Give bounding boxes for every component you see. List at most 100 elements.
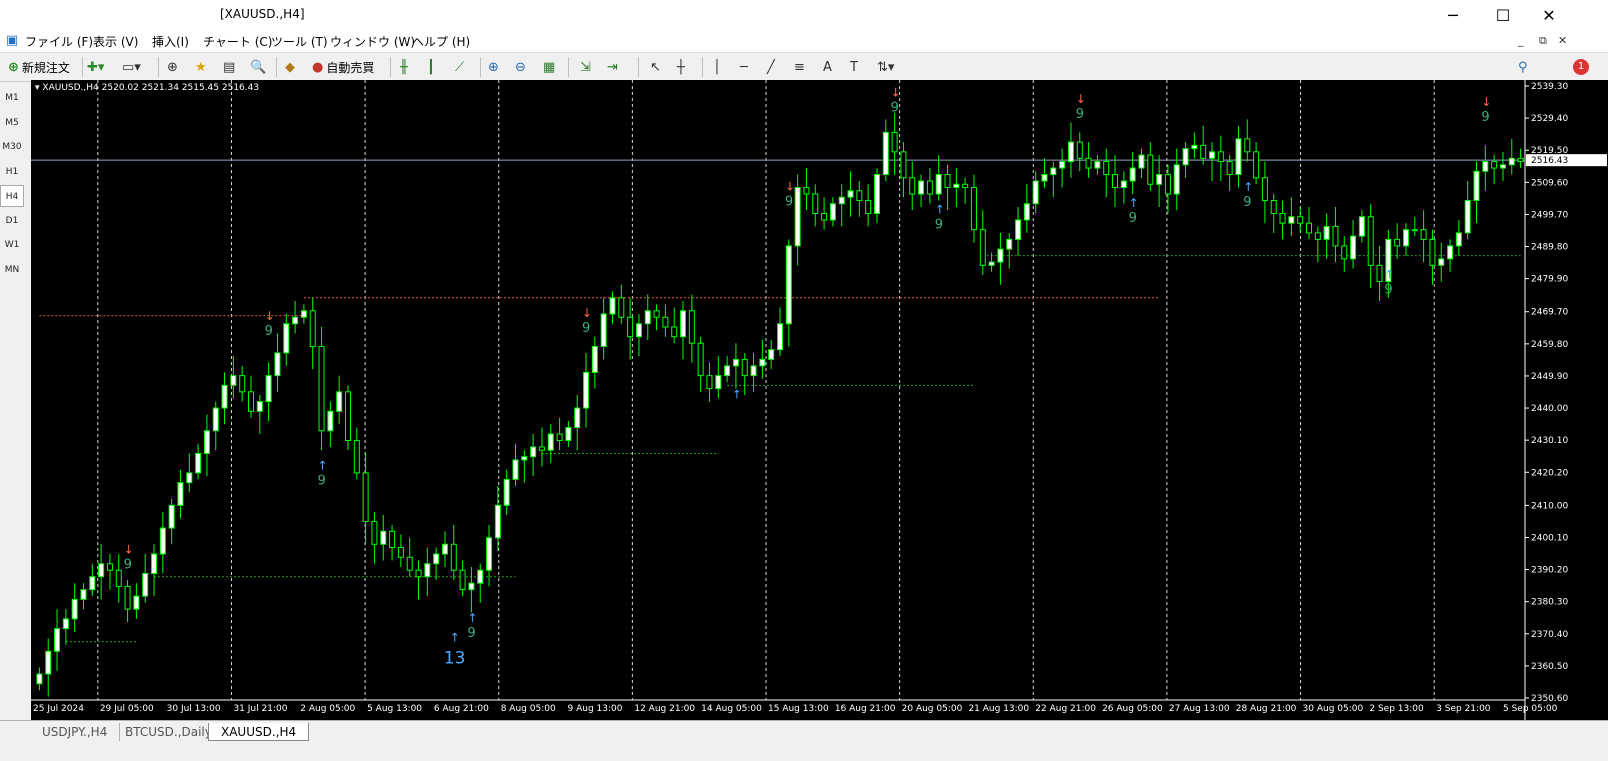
candle-body bbox=[1314, 232, 1321, 240]
candle-body bbox=[591, 345, 598, 373]
mdi-minimize-icon[interactable]: _ bbox=[1518, 34, 1524, 47]
candle-body bbox=[89, 576, 96, 591]
channel-icon[interactable]: ≡ bbox=[794, 57, 805, 77]
candle-body bbox=[724, 365, 731, 377]
candle-body bbox=[433, 553, 440, 565]
count-label: 9 bbox=[124, 558, 132, 573]
candle-body bbox=[1006, 238, 1013, 250]
add-chart-icon[interactable]: ✚▾ bbox=[87, 57, 104, 77]
buy-signal-arrow: ↑ bbox=[467, 611, 477, 625]
candle-body bbox=[177, 482, 184, 506]
candle-body bbox=[856, 190, 863, 201]
menu-item[interactable]: ファイル (F) bbox=[25, 33, 93, 50]
toolbar-separator bbox=[276, 57, 277, 77]
chart-tab[interactable]: USDJPY.,H4 bbox=[30, 723, 121, 741]
candle-body bbox=[662, 316, 669, 328]
tester-icon[interactable]: 🔍 bbox=[250, 57, 266, 77]
candle-body bbox=[362, 472, 369, 523]
app-icon[interactable]: ▣ bbox=[4, 33, 20, 49]
zoom-out-icon[interactable]: ⊖ bbox=[515, 57, 526, 77]
timeframe-d1[interactable]: D1 bbox=[0, 210, 24, 232]
collapse-indicator-icon[interactable]: ▾ bbox=[35, 83, 40, 93]
y-tick-label: 2440.00 bbox=[1531, 404, 1568, 414]
trendline-icon[interactable]: ╱ bbox=[767, 57, 775, 77]
candle-body bbox=[777, 323, 783, 351]
candle-body bbox=[353, 439, 360, 474]
y-tick-label: 2380.30 bbox=[1531, 598, 1568, 608]
candle-body bbox=[106, 563, 113, 571]
x-tick-label: 16 Aug 21:00 bbox=[835, 704, 896, 714]
candle-body bbox=[583, 371, 590, 409]
navigator-icon[interactable]: ★ bbox=[195, 57, 207, 77]
menu-item[interactable]: ウィンドウ (W) bbox=[330, 33, 415, 50]
tile-windows-icon[interactable]: ▦ bbox=[543, 57, 555, 77]
cursor-icon[interactable]: ↖ bbox=[650, 57, 661, 77]
candle-body bbox=[221, 384, 228, 409]
chart-ohlc: 2520.02 2521.34 2515.45 2516.43 bbox=[101, 83, 260, 93]
vertical-line-icon[interactable]: │ bbox=[713, 57, 721, 77]
chart-shift-icon[interactable]: ⇥ bbox=[607, 57, 618, 77]
candle-body bbox=[1332, 225, 1339, 247]
count-label: 9 bbox=[1384, 282, 1392, 297]
timeframe-m5[interactable]: M5 bbox=[0, 112, 24, 134]
menu-item[interactable]: ツール (T) bbox=[271, 33, 328, 50]
candle-body bbox=[1015, 219, 1022, 240]
candle-body bbox=[865, 199, 872, 214]
line-chart-icon[interactable]: ⟋ bbox=[455, 57, 464, 77]
y-tick-label: 2420.20 bbox=[1531, 468, 1568, 478]
chart-tab[interactable]: XAUUSD.,H4 bbox=[208, 723, 310, 741]
candle-body bbox=[1367, 216, 1374, 266]
candle-body bbox=[371, 521, 378, 545]
timeframe-m1[interactable]: M1 bbox=[0, 87, 24, 109]
mdi-close-icon[interactable]: ✕ bbox=[1558, 34, 1567, 47]
maximize-button[interactable]: ☐ bbox=[1480, 0, 1526, 30]
mdi-restore-icon[interactable]: ⧉ bbox=[1539, 34, 1547, 48]
auto-scroll-icon[interactable]: ⇲ bbox=[580, 57, 591, 77]
candle-body bbox=[1076, 141, 1083, 159]
timeframe-m30[interactable]: M30 bbox=[0, 136, 24, 158]
timeframe-h4[interactable]: H4 bbox=[0, 185, 24, 207]
timeframe-mn[interactable]: MN bbox=[0, 259, 24, 281]
candle-body bbox=[627, 316, 634, 338]
count-label: 9 bbox=[1129, 211, 1137, 226]
candlestick-chart-icon[interactable]: ┃ bbox=[427, 57, 435, 77]
candle-body bbox=[1209, 151, 1216, 159]
y-tick-label: 2509.60 bbox=[1531, 178, 1568, 188]
timeframe-h1[interactable]: H1 bbox=[0, 161, 24, 183]
crosshair-tool-icon[interactable]: ┼ bbox=[677, 57, 685, 77]
minimize-button[interactable]: ─ bbox=[1430, 0, 1476, 30]
new-order-button[interactable]: ⊕ 新規注文 bbox=[8, 57, 70, 77]
metaeditor-icon[interactable]: ◆ bbox=[285, 57, 295, 77]
profiles-icon[interactable]: ▭▾ bbox=[122, 57, 141, 77]
candle-body bbox=[133, 595, 140, 610]
alerts-icon[interactable]: 1 bbox=[1545, 57, 1595, 77]
candle-body bbox=[459, 569, 466, 591]
candle-body bbox=[970, 187, 977, 231]
bar-chart-icon[interactable]: ╫ bbox=[400, 57, 408, 77]
text-icon[interactable]: A bbox=[823, 57, 832, 77]
search-icon[interactable]: ⚲ bbox=[1518, 57, 1528, 77]
menu-item[interactable]: 表示 (V) bbox=[93, 33, 138, 50]
sell-signal-arrow: ↓ bbox=[265, 309, 275, 323]
count-label: 9 bbox=[1243, 195, 1251, 210]
menu-item[interactable]: チャート (C) bbox=[203, 33, 272, 50]
price-chart[interactable]: 2539.30 2529.40 2519.50 2509.60 2499.70 2489.… bbox=[31, 80, 1608, 720]
sell-signal-arrow: ↓ bbox=[891, 85, 901, 99]
close-button[interactable]: ✕ bbox=[1526, 0, 1572, 30]
auto-trading-button[interactable]: ● 自動売買 bbox=[312, 57, 374, 77]
timeframe-w1[interactable]: W1 bbox=[0, 234, 24, 256]
terminal-icon[interactable]: ▤ bbox=[223, 57, 235, 77]
candle-body bbox=[494, 504, 501, 539]
horizontal-line-icon[interactable]: ─ bbox=[740, 57, 748, 77]
candle-body bbox=[1129, 167, 1136, 182]
candle-body bbox=[1447, 245, 1454, 260]
menu-item[interactable]: ヘルプ (H) bbox=[412, 33, 470, 50]
menu-item[interactable]: 挿入(I) bbox=[152, 33, 189, 50]
candle-body bbox=[1376, 264, 1383, 283]
y-tick-label: 2499.70 bbox=[1531, 210, 1568, 220]
crosshair-icon[interactable]: ⊕ bbox=[167, 57, 178, 77]
arrows-icon[interactable]: ⇅▾ bbox=[877, 57, 894, 77]
zoom-in-icon[interactable]: ⊕ bbox=[488, 57, 499, 77]
text-label-icon[interactable]: T bbox=[850, 57, 858, 77]
candle-body bbox=[530, 446, 537, 458]
